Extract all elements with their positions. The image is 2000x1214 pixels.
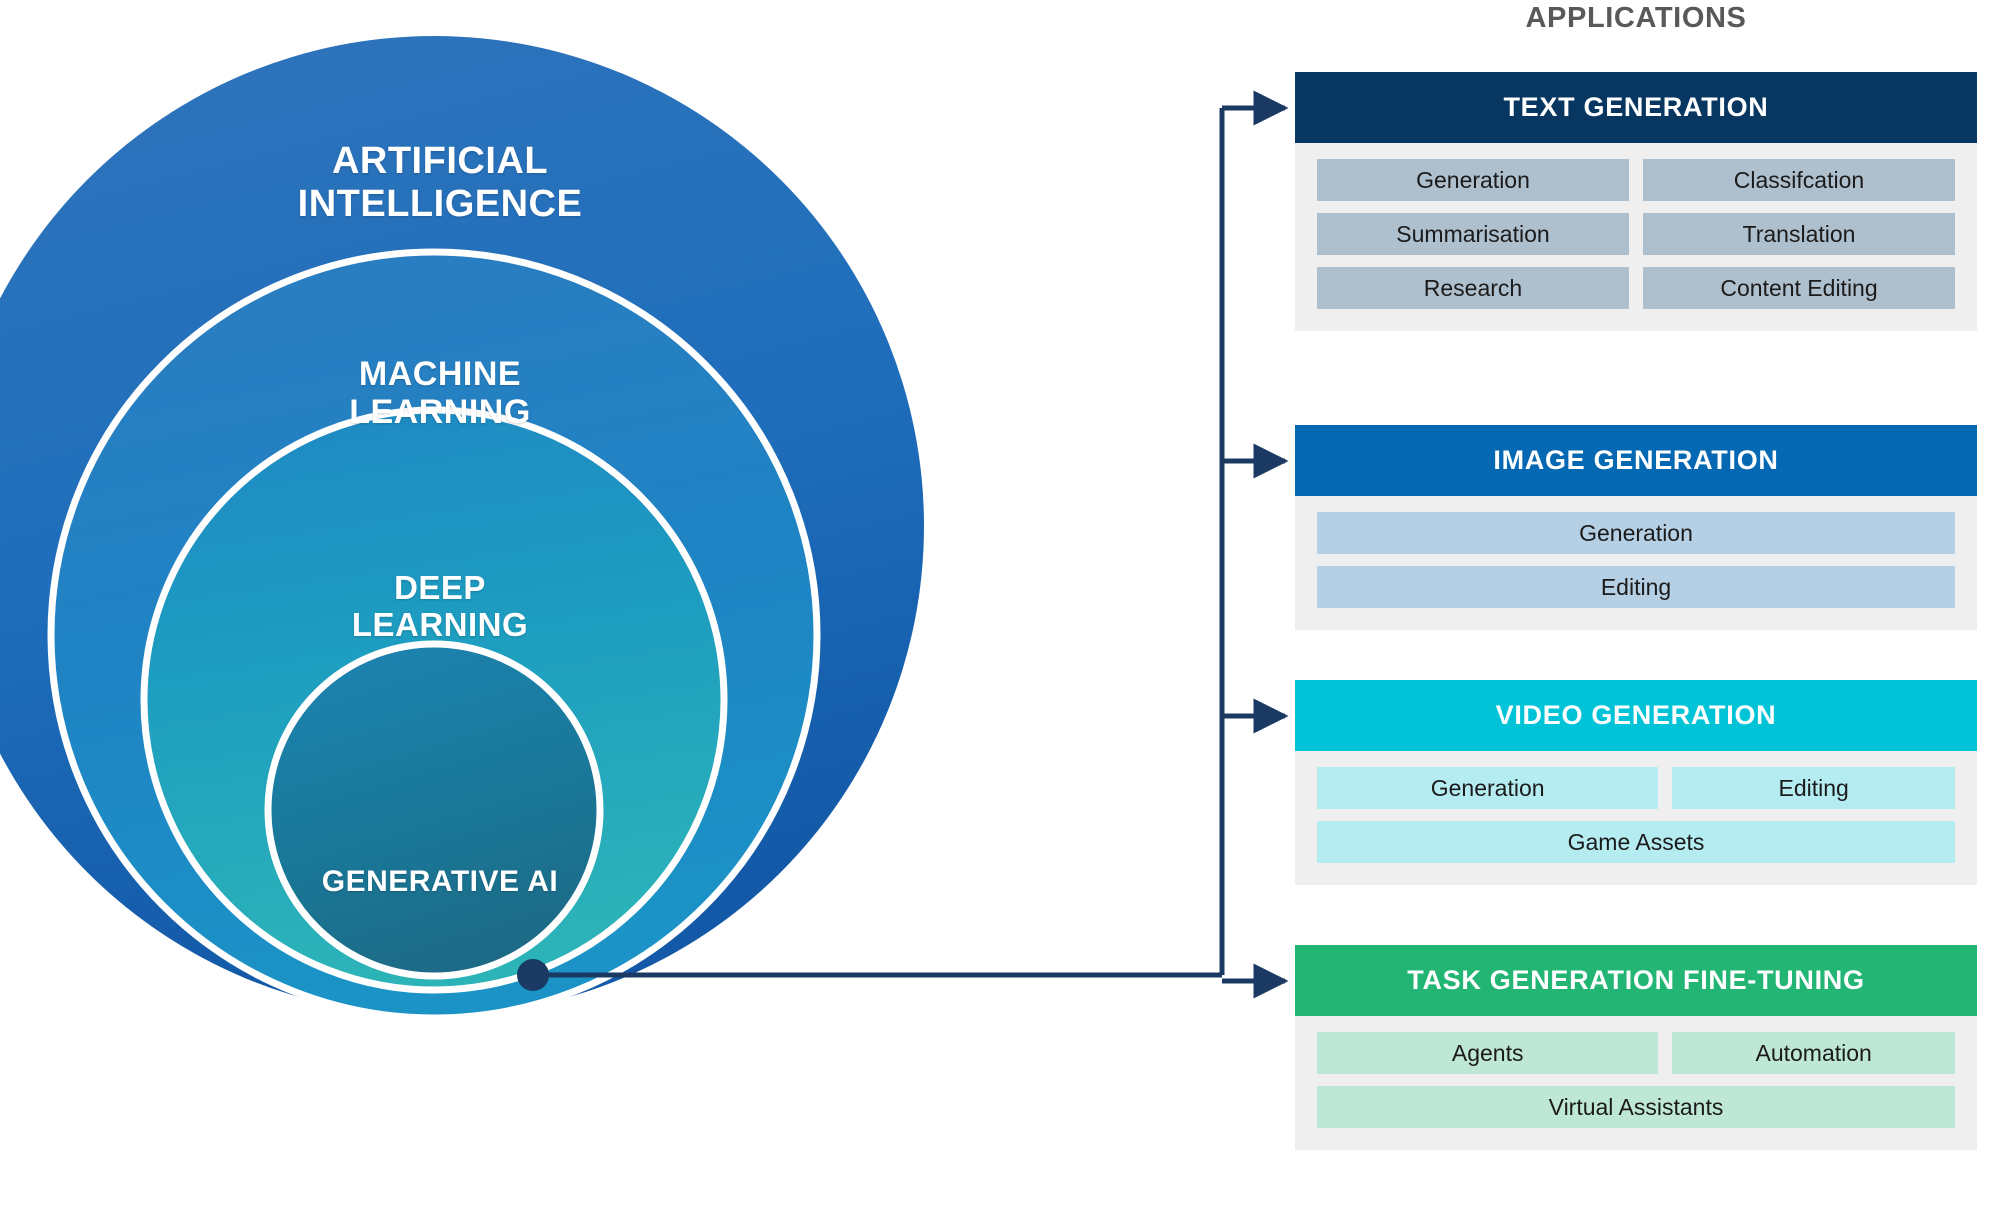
chip-automation[interactable]: Automation <box>1672 1032 1955 1074</box>
chip-translation[interactable]: Translation <box>1643 213 1955 255</box>
nested-circles-diagram: ARTIFICIAL INTELLIGENCE MACHINE LEARNING… <box>0 0 1180 1214</box>
panel-header-video-generation: VIDEO GENERATION <box>1295 680 1977 751</box>
chip-summarisation[interactable]: Summarisation <box>1317 213 1629 255</box>
chip-research[interactable]: Research <box>1317 267 1629 309</box>
chip-row: Agents Automation <box>1317 1032 1955 1074</box>
panel-header-text-generation: TEXT GENERATION <box>1295 72 1977 143</box>
panel-header-task-generation-fine-tuning: TASK GENERATION FINE-TUNING <box>1295 945 1977 1016</box>
chip-row: Generation Classifcation <box>1317 159 1955 201</box>
chip-classifcation[interactable]: Classifcation <box>1643 159 1955 201</box>
chip-content-editing[interactable]: Content Editing <box>1643 267 1955 309</box>
chip-row: Research Content Editing <box>1317 267 1955 309</box>
panel-image-generation[interactable]: IMAGE GENERATION Generation Editing <box>1295 425 1977 630</box>
chip-row: Virtual Assistants <box>1317 1086 1955 1128</box>
chip-row: Game Assets <box>1317 821 1955 863</box>
chip-generation[interactable]: Generation <box>1317 159 1629 201</box>
chip-game-assets[interactable]: Game Assets <box>1317 821 1955 863</box>
panel-body-task-generation-fine-tuning: Agents Automation Virtual Assistants <box>1295 1016 1977 1150</box>
chip-row: Generation Editing <box>1317 767 1955 809</box>
applications-title: APPLICATIONS <box>1525 2 1747 34</box>
circle-generative-ai <box>264 640 604 980</box>
panel-task-generation-fine-tuning[interactable]: TASK GENERATION FINE-TUNING Agents Autom… <box>1295 945 1977 1150</box>
chip-row: Generation <box>1317 512 1955 554</box>
panel-body-video-generation: Generation Editing Game Assets <box>1295 751 1977 885</box>
chip-agents[interactable]: Agents <box>1317 1032 1659 1074</box>
panel-text-generation[interactable]: TEXT GENERATION Generation Classifcation… <box>1295 72 1977 331</box>
panel-video-generation[interactable]: VIDEO GENERATION Generation Editing Game… <box>1295 680 1977 885</box>
panel-body-text-generation: Generation Classifcation Summarisation T… <box>1295 143 1977 331</box>
chip-editing[interactable]: Editing <box>1317 566 1955 608</box>
chip-generation[interactable]: Generation <box>1317 767 1659 809</box>
chip-row: Editing <box>1317 566 1955 608</box>
panel-header-image-generation: IMAGE GENERATION <box>1295 425 1977 496</box>
chip-virtual-assistants[interactable]: Virtual Assistants <box>1317 1086 1955 1128</box>
chip-row: Summarisation Translation <box>1317 213 1955 255</box>
venn-svg <box>0 36 924 1022</box>
chip-editing[interactable]: Editing <box>1672 767 1955 809</box>
chip-generation[interactable]: Generation <box>1317 512 1955 554</box>
panel-body-image-generation: Generation Editing <box>1295 496 1977 630</box>
